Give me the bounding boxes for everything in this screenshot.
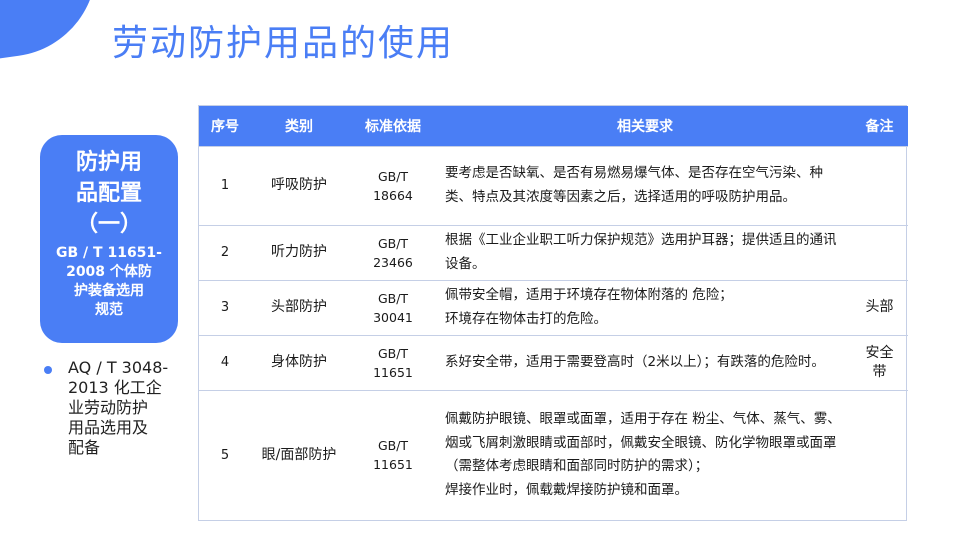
- row-requirement: 佩带安全帽，适用于环境存在物体附落的 危险； 环境存在物体击打的危险。: [439, 279, 851, 335]
- table-row: 4 身体防护 GB/T 11651 系好安全带，适用于需要登高时（2米以上）；有…: [199, 334, 908, 390]
- row-category: 身体防护: [251, 334, 347, 390]
- header-note: 备注: [851, 106, 908, 146]
- row-category: 眼/面部防护: [251, 389, 347, 520]
- page-title: 劳动防护用品的使用: [112, 23, 455, 64]
- row-note: 安全 带: [851, 334, 908, 390]
- table-row: 1 呼吸防护 GB/T 18664 要考虑是否缺氧、是否有易燃易爆气体、是否存在…: [199, 145, 908, 225]
- row-note: [851, 389, 908, 520]
- row-category: 呼吸防护: [251, 145, 347, 225]
- row-note: [851, 145, 908, 225]
- row-standard: GB/T 30041: [347, 279, 439, 335]
- row-num: 4: [199, 334, 251, 390]
- table-header-row: 序号 类别 标准依据 相关要求 备注: [199, 106, 908, 146]
- row-category: 听力防护: [251, 224, 347, 280]
- row-note: 头部: [851, 279, 908, 335]
- corner-decoration: [0, 0, 108, 66]
- section-card: 防护用 品配置 （一） GB / T 11651- 2008 个体防 护装备选用…: [40, 135, 178, 343]
- row-category: 头部防护: [251, 279, 347, 335]
- row-num: 1: [199, 145, 251, 225]
- bullet-dot-icon: [44, 366, 52, 374]
- table-row: 5 眼/面部防护 GB/T 11651 佩戴防护眼镜、眼罩或面罩，适用于存在 粉…: [199, 389, 908, 520]
- header-requirement: 相关要求: [439, 106, 851, 146]
- section-card-heading: 防护用 品配置 （一）: [75, 150, 142, 237]
- row-num: 5: [199, 389, 251, 520]
- row-requirement: 要考虑是否缺氧、是否有易燃易爆气体、是否存在空气污染、种类、特点及其浓度等因素之…: [439, 145, 851, 225]
- row-requirement: 系好安全带，适用于需要登高时（2米以上）；有跌落的危险时。: [439, 334, 851, 390]
- row-num: 3: [199, 279, 251, 335]
- row-requirement: 根据《工业企业职工听力保护规范》选用护耳器；提供适且的通讯设备。: [439, 224, 851, 280]
- header-standard: 标准依据: [347, 106, 439, 146]
- row-requirement: 佩戴防护眼镜、眼罩或面罩，适用于存在 粉尘、气体、蒸气、雾、烟或飞屑刺激眼睛或面…: [439, 389, 851, 520]
- ppe-table: 序号 类别 标准依据 相关要求 备注 1 呼吸防护 GB/T 18664 要考虑…: [198, 105, 908, 521]
- row-note: [851, 224, 908, 280]
- table-row: 2 听力防护 GB/T 23466 根据《工业企业职工听力保护规范》选用护耳器；…: [199, 224, 908, 280]
- row-standard: GB/T 23466: [347, 224, 439, 280]
- section-card-standard: GB / T 11651- 2008 个体防 护装备选用 规范: [56, 245, 162, 318]
- row-standard: GB/T 11651: [347, 334, 439, 390]
- table-row: 3 头部防护 GB/T 30041 佩带安全帽，适用于环境存在物体附落的 危险；…: [199, 279, 908, 335]
- row-standard: GB/T 11651: [347, 389, 439, 520]
- header-category: 类别: [251, 106, 347, 146]
- row-num: 2: [199, 224, 251, 280]
- header-num: 序号: [199, 106, 251, 146]
- bullet-text: AQ / T 3048- 2013 化工企 业劳动防护 用品选用及 配备: [68, 358, 169, 457]
- row-standard: GB/T 18664: [347, 145, 439, 225]
